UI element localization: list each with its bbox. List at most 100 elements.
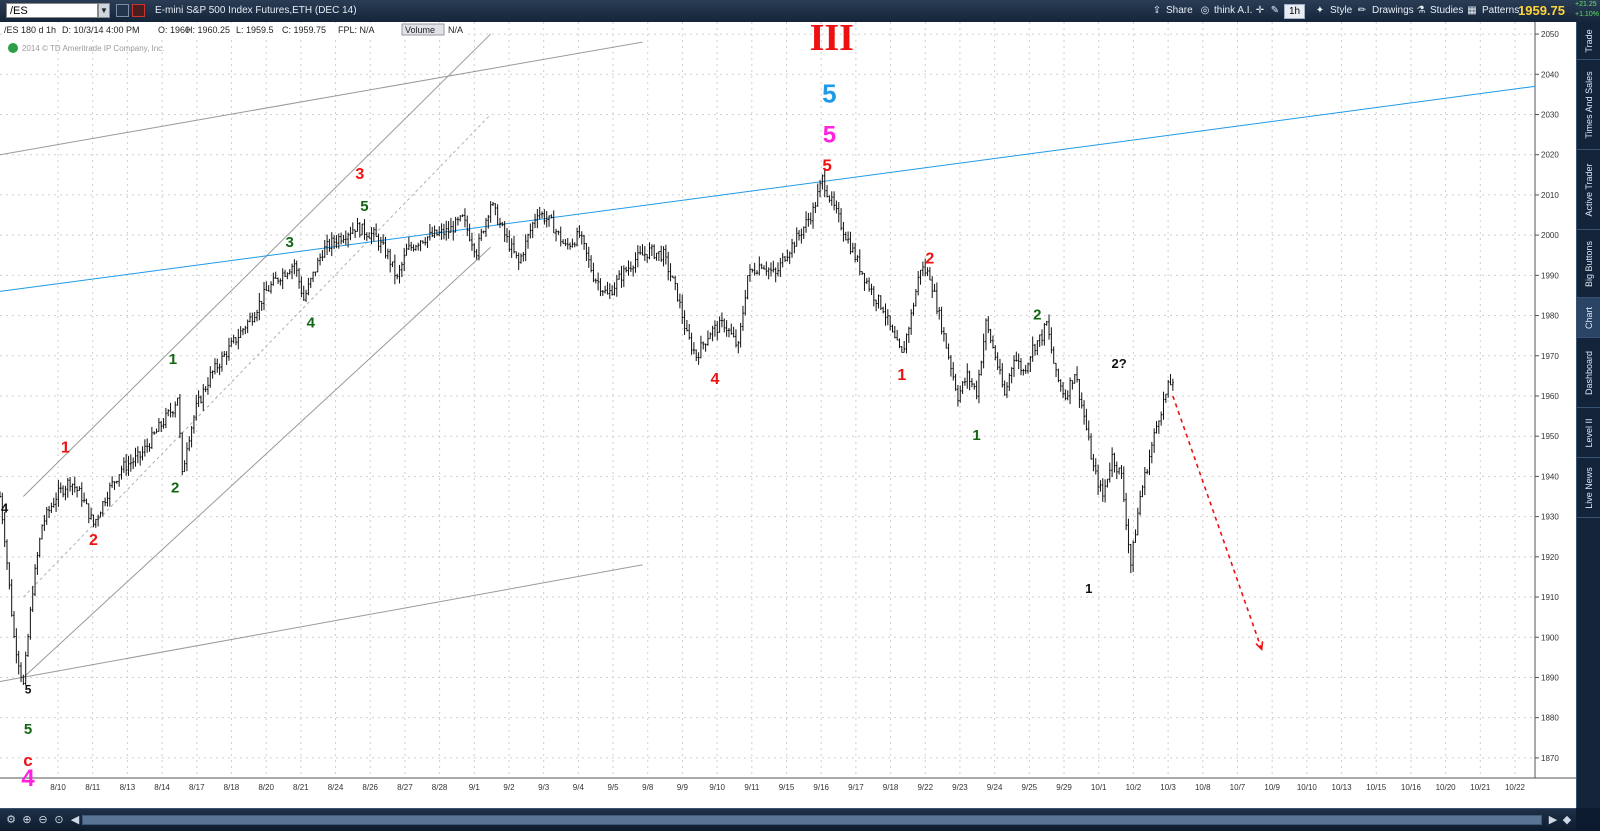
time-tick-label: 10/2 (1126, 783, 1142, 792)
last-price: 1959.75 (1518, 3, 1565, 18)
tab-level-ii[interactable]: Level II (1577, 408, 1600, 458)
scroll-left-icon[interactable]: ◀ (68, 813, 82, 827)
style-icon[interactable]: ✦ (1313, 4, 1327, 17)
wave-label: 2? (1112, 356, 1127, 371)
wave-label: III (810, 22, 854, 59)
wave-label: 1 (897, 367, 906, 384)
price-tick-label: 2040 (1541, 70, 1559, 79)
studies-button[interactable]: Studies (1426, 3, 1463, 19)
price-tick-label: 1920 (1541, 553, 1559, 562)
copyright: 2014 © TD Ameritrade IP Company, Inc. (22, 44, 164, 53)
share-button[interactable]: Share (1162, 3, 1193, 19)
time-tick-label: 8/26 (362, 783, 378, 792)
expand-icon[interactable]: ◆ (1560, 813, 1574, 827)
price-tick-label: 1900 (1541, 633, 1559, 642)
scroll-right-icon[interactable]: ▶ (1546, 813, 1560, 827)
symbol-input[interactable]: /ES (6, 3, 98, 18)
crosshair-icon[interactable]: ✛ (1253, 4, 1267, 17)
time-tick-label: 8/13 (120, 783, 136, 792)
wave-label: 1 (169, 351, 177, 368)
zoom-fit-icon[interactable]: ⊙ (52, 813, 66, 827)
settings-icon[interactable]: ⚙ (4, 813, 18, 827)
price-tick-label: 1940 (1541, 472, 1559, 481)
timeframe-selector[interactable]: 1h (1284, 4, 1306, 19)
header-low: L: 1959.5 (236, 25, 274, 35)
price-tick-label: 2010 (1541, 191, 1559, 200)
wave-label: 4 (1, 501, 9, 516)
bottom-bar: ⚙ ⊕ ⊖ ⊙ ◀ ▶ ◆ (0, 808, 1576, 831)
time-tick-label: 8/17 (189, 783, 205, 792)
link-icon[interactable] (132, 4, 145, 17)
wave-label: 3 (286, 234, 294, 251)
horizontal-scrollbar[interactable] (82, 815, 1542, 825)
tab-trade[interactable]: Trade (1577, 22, 1600, 60)
drawings-icon[interactable]: ✏ (1355, 4, 1369, 17)
time-tick-label: 9/17 (848, 783, 864, 792)
time-tick-label: 10/10 (1297, 783, 1318, 792)
tab-active-trader[interactable]: Active Trader (1577, 150, 1600, 230)
price-tick-label: 2030 (1541, 110, 1559, 119)
drawings-button[interactable]: Drawings (1368, 3, 1414, 19)
time-tick-label: 10/3 (1160, 783, 1176, 792)
tab-times-and-sales[interactable]: Times And Sales (1577, 60, 1600, 150)
scroll-thumb[interactable] (83, 816, 1541, 824)
price-chart[interactable]: 2050 2040 2030 2020 2010 2000 1990 1980 1970 1960… (0, 22, 1576, 808)
wave-label: 5 (822, 78, 836, 108)
header-date: D: 10/3/14 4:00 PM (62, 25, 140, 35)
patterns-icon[interactable]: ▦ (1465, 4, 1479, 17)
time-tick-label: 8/11 (85, 783, 101, 792)
wrench-icon[interactable]: ✎ (1268, 4, 1282, 17)
wave-label: 2 (89, 532, 98, 549)
time-tick-label: 9/3 (538, 783, 550, 792)
time-tick-label: 10/21 (1470, 783, 1491, 792)
time-tick-label: 9/24 (987, 783, 1003, 792)
time-tick-label: 10/13 (1332, 783, 1353, 792)
header-volume: N/A (448, 25, 463, 35)
time-tick-label: 9/8 (642, 783, 654, 792)
tab-dashboard[interactable]: Dashboard (1577, 338, 1600, 408)
tab-live-news[interactable]: Live News (1577, 458, 1600, 518)
wave-label: 1 (1085, 581, 1092, 596)
price-tick-label: 2020 (1541, 151, 1559, 160)
grid-icon[interactable] (116, 4, 129, 17)
wave-label: 2 (925, 250, 934, 267)
time-tick-label: 8/27 (397, 783, 413, 792)
time-tick-label: 9/23 (952, 783, 968, 792)
time-tick-label: 9/4 (573, 783, 585, 792)
thinkai-button[interactable]: think A.I. (1210, 3, 1252, 19)
time-tick-label: 9/15 (779, 783, 795, 792)
time-tick-label: 8/20 (258, 783, 274, 792)
time-tick-label: 8/24 (328, 783, 344, 792)
time-tick-label: 9/22 (917, 783, 933, 792)
price-tick-label: 1890 (1541, 673, 1559, 682)
zoom-out-icon[interactable]: ⊖ (36, 813, 50, 827)
time-tick-label: 9/29 (1056, 783, 1072, 792)
zoom-in-icon[interactable]: ⊕ (20, 813, 34, 827)
time-tick-label: 9/2 (503, 783, 515, 792)
price-tick-label: 2050 (1541, 30, 1559, 39)
time-tick-label: 8/10 (50, 783, 66, 792)
price-tick-label: 1930 (1541, 513, 1559, 522)
time-tick-label: 9/10 (709, 783, 725, 792)
time-tick-label: 8/14 (154, 783, 170, 792)
time-tick-label: 10/8 (1195, 783, 1211, 792)
time-tick-label: 10/16 (1401, 783, 1422, 792)
wave-label: 5 (24, 721, 32, 738)
instrument-description: E-mini S&P 500 Index Futures,ETH (DEC 14… (155, 5, 357, 16)
volume-toggle: Volume (405, 25, 435, 35)
time-tick-label: 9/1 (469, 783, 481, 792)
patterns-button[interactable]: Patterns (1478, 3, 1519, 19)
wave-label: 2 (1033, 307, 1041, 324)
time-tick-label: 9/11 (744, 783, 760, 792)
tab-big-buttons[interactable]: Big Buttons (1577, 230, 1600, 298)
time-axis: 8/10 8/11 8/13 8/14 8/17 8/18 8/20 8/21 8/24 8/26… (50, 783, 1525, 792)
price-tick-label: 1980 (1541, 312, 1559, 321)
chevron-down-icon[interactable]: ▼ (98, 3, 110, 18)
wave-label: 4 (307, 315, 316, 332)
style-button[interactable]: Style (1326, 3, 1352, 19)
time-tick-label: 10/15 (1366, 783, 1387, 792)
time-tick-label: 9/16 (813, 783, 829, 792)
percent-change: +1.10% (1575, 11, 1599, 18)
time-tick-label: 10/1 (1091, 783, 1107, 792)
tab-chart[interactable]: Chart (1577, 298, 1600, 338)
